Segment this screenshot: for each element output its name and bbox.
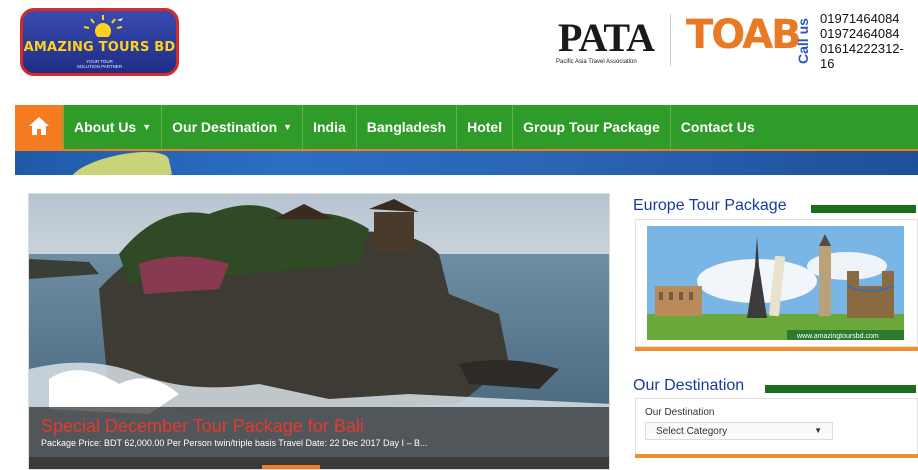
nav-bangladesh[interactable]: Bangladesh <box>355 105 456 149</box>
slide-caption: Special December Tour Package for Bali P… <box>29 407 609 457</box>
nav-about-us[interactable]: About Us ▼ <box>63 105 161 149</box>
chevron-down-icon: ▼ <box>814 426 822 435</box>
category-select[interactable]: Select Category ▼ <box>645 422 833 440</box>
pata-subtitle: Pacific Asia Travel Association <box>556 59 637 65</box>
europe-package-image[interactable]: www.amazingtoursbd.com <box>635 219 918 347</box>
nav-contact-us[interactable]: Contact Us <box>669 105 765 149</box>
page: AMAZING TOURS BD YOUR TOUR SOLUTION PART… <box>0 0 918 470</box>
chevron-down-icon: ▼ <box>283 122 293 132</box>
nav-hotel[interactable]: Hotel <box>456 105 512 149</box>
nav-group-tour-package[interactable]: Group Tour Package <box>512 105 670 149</box>
select-value: Select Category <box>656 426 728 437</box>
widget-underline <box>635 347 918 351</box>
phone-number[interactable]: 01614222312-16 <box>820 41 918 71</box>
widget-underline <box>635 454 918 458</box>
slide-title[interactable]: Special December Tour Package for Bali <box>41 416 364 437</box>
home-button[interactable] <box>15 105 63 149</box>
europe-url: www.amazingtoursbd.com <box>796 333 879 340</box>
destination-form: Our Destination Select Category ▼ <box>635 398 918 458</box>
nav-label: Group Tour Package <box>523 119 660 135</box>
slide-description: Package Price: BDT 62,000.00 Per Person … <box>41 438 428 448</box>
nav-label: Our Destination <box>172 119 278 135</box>
slider-active-indicator[interactable] <box>262 465 320 469</box>
home-icon <box>29 117 49 135</box>
nav-label: India <box>313 119 346 135</box>
destination-widget: Our Destination Our Destination Select C… <box>633 377 918 470</box>
nav-label: Hotel <box>467 119 503 135</box>
phone-number[interactable]: 01971464084 <box>820 11 918 26</box>
header-banner <box>15 149 918 175</box>
phone-number[interactable]: 01972464084 <box>820 26 918 41</box>
nav-label: Bangladesh <box>366 119 447 135</box>
nav-our-destination[interactable]: Our Destination ▼ <box>161 105 302 149</box>
heading-bar <box>765 385 916 393</box>
sun-icon <box>83 15 123 37</box>
pata-word: PATA <box>558 15 655 60</box>
nav-label: Contact Us <box>680 119 755 135</box>
featured-slider[interactable]: Special December Tour Package for Bali P… <box>28 193 610 470</box>
europe-package-widget: Europe Tour Package www.amazingtoursbd.c… <box>633 197 918 357</box>
toab-logo[interactable]: TOAB <box>686 12 802 68</box>
toab-word: TOAB <box>686 12 802 58</box>
logo-tagline: YOUR TOUR SOLUTION PARTNER <box>23 59 176 69</box>
call-us-text: Call us <box>795 18 811 64</box>
widget-title: Our Destination <box>633 377 745 394</box>
divider <box>670 14 671 66</box>
pata-logo[interactable]: PATA Pacific Asia Travel Association <box>556 14 660 68</box>
slider-pager <box>29 457 609 469</box>
widget-title: Europe Tour Package <box>633 197 787 214</box>
site-logo[interactable]: AMAZING TOURS BD YOUR TOUR SOLUTION PART… <box>20 8 179 76</box>
nav-label: About Us <box>74 119 137 135</box>
phone-list: 01971464084 01972464084 01614222312-16 <box>820 11 918 71</box>
logo-tagline-2: SOLUTION PARTNER <box>76 64 123 69</box>
banner-decoration <box>67 149 173 175</box>
heading-bar <box>811 205 916 213</box>
chevron-down-icon: ▼ <box>142 122 152 132</box>
nav-india[interactable]: India <box>302 105 356 149</box>
destination-label: Our Destination <box>645 407 715 418</box>
main-nav: About Us ▼ Our Destination ▼ India Banglad… <box>15 105 918 149</box>
logo-name: AMAZING TOURS BD <box>23 40 176 55</box>
call-us-label: Call us <box>791 14 815 66</box>
europe-landmarks-image: www.amazingtoursbd.com <box>647 226 904 340</box>
